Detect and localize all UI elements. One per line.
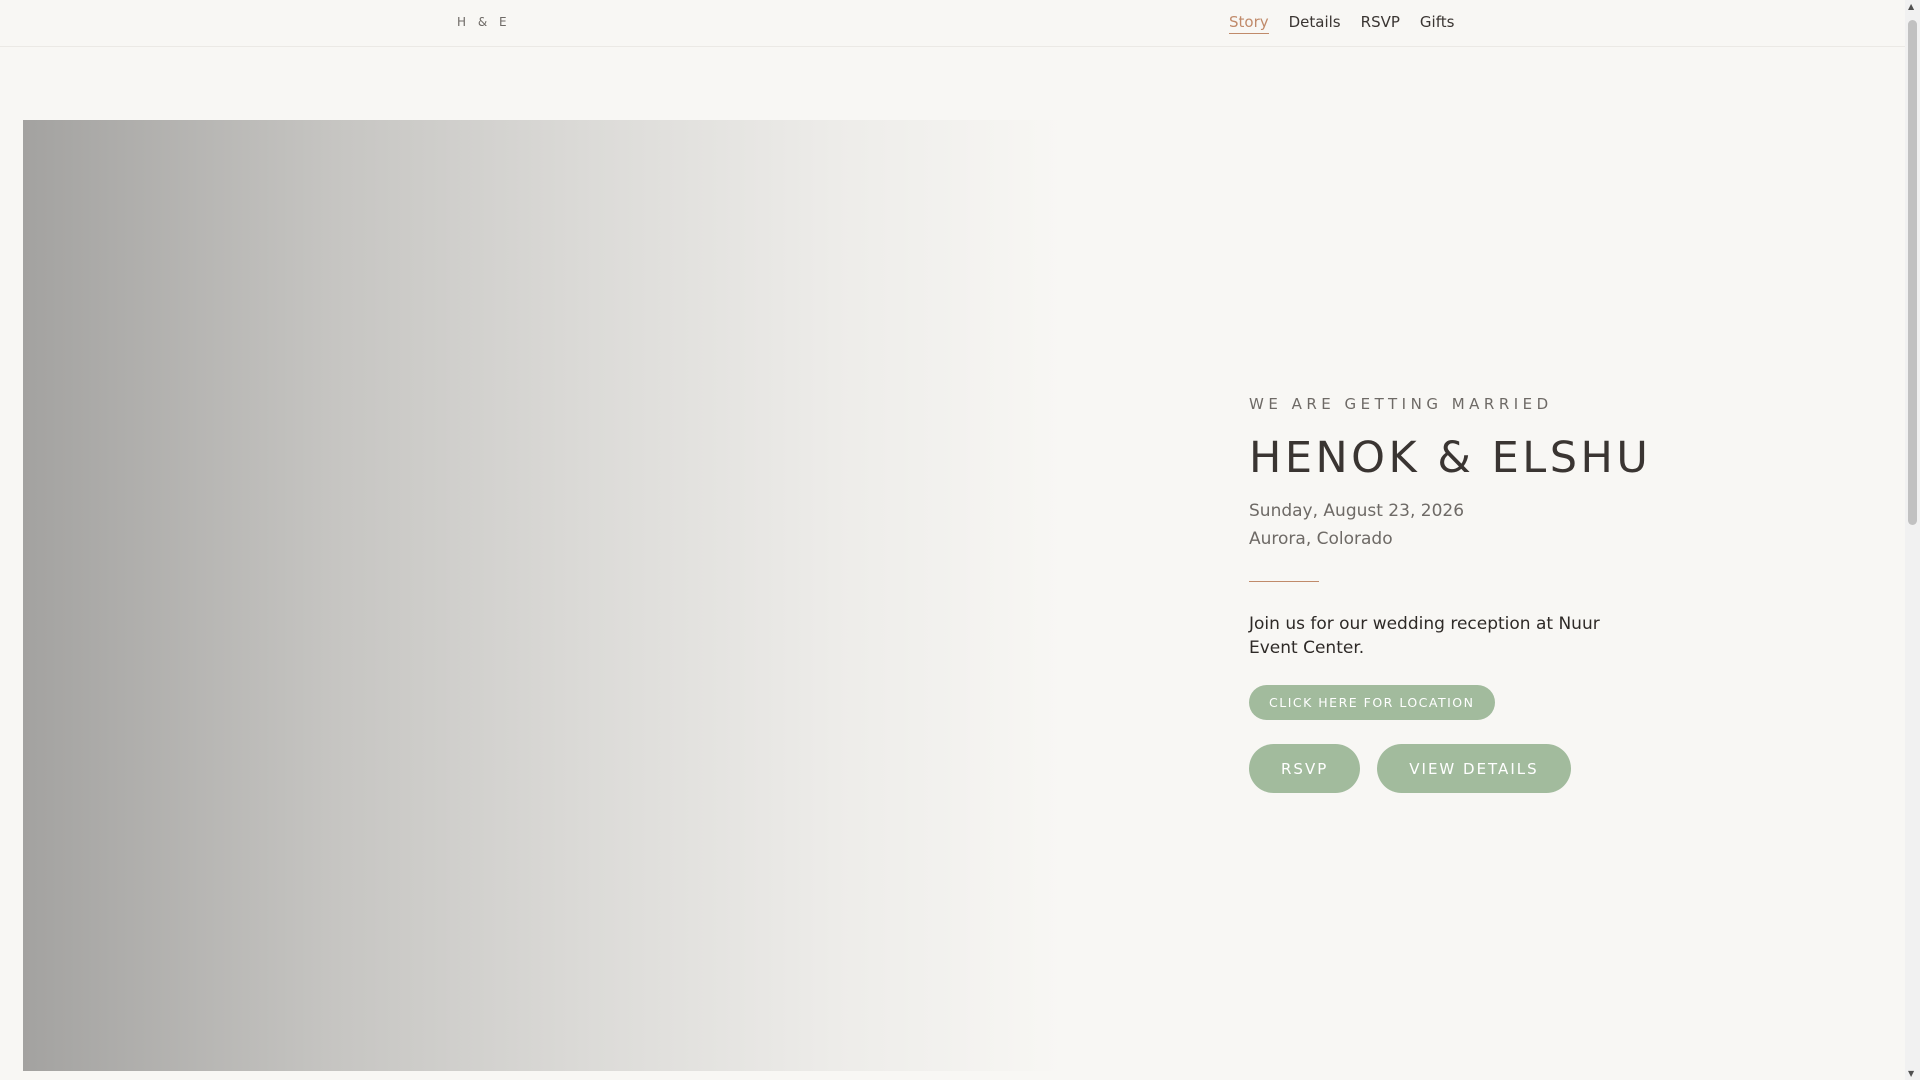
divider: [1249, 581, 1319, 582]
site-logo[interactable]: H & E: [457, 15, 511, 29]
hero-image: [23, 120, 1063, 1071]
nav-link-rsvp[interactable]: RSVP: [1361, 13, 1400, 34]
nav-links: Story Details RSVP Gifts: [1229, 13, 1454, 34]
wedding-date: Sunday, August 23, 2026: [1249, 501, 1465, 521]
reception-message: Join us for our wedding reception at Nuu…: [1249, 614, 1600, 658]
view-details-button[interactable]: VIEW DETAILS: [1377, 744, 1571, 793]
location-button[interactable]: CLICK HERE FOR LOCATION: [1249, 685, 1495, 720]
couple-names: HENOK & ELSHU: [1249, 433, 1652, 483]
scrollbar-thumb[interactable]: [1908, 20, 1917, 525]
hero-eyebrow: WE ARE GETTING MARRIED: [1249, 395, 1553, 413]
scroll-down-icon[interactable]: ▼: [1908, 1069, 1914, 1078]
top-nav: H & E Story Details RSVP Gifts: [0, 0, 1905, 47]
rsvp-button[interactable]: RSVP: [1249, 744, 1361, 793]
hero-content: WE ARE GETTING MARRIED HENOK & ELSHU Sun…: [1249, 395, 1649, 793]
wedding-location: Aurora, Colorado: [1249, 529, 1393, 549]
nav-link-details[interactable]: Details: [1289, 13, 1341, 34]
nav-link-gifts[interactable]: Gifts: [1420, 13, 1455, 34]
scrollbar[interactable]: ▲ ▼: [1905, 0, 1920, 1080]
nav-link-story[interactable]: Story: [1229, 13, 1269, 34]
scroll-up-icon[interactable]: ▲: [1908, 2, 1914, 11]
